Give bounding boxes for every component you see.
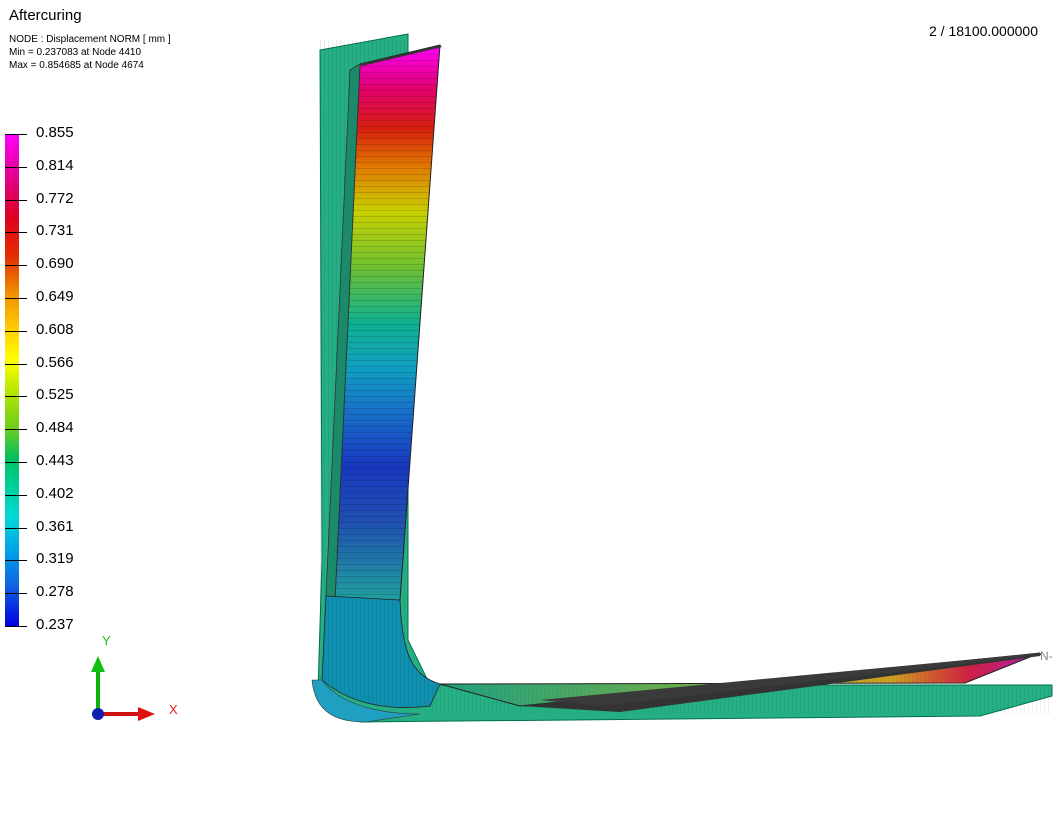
y-axis-label: Y bbox=[102, 633, 111, 648]
x-axis-label: X bbox=[169, 702, 178, 717]
edge-node-label: N- bbox=[1040, 649, 1053, 663]
deformed-corner bbox=[311, 595, 441, 723]
axis-triad: Y X bbox=[80, 630, 200, 730]
